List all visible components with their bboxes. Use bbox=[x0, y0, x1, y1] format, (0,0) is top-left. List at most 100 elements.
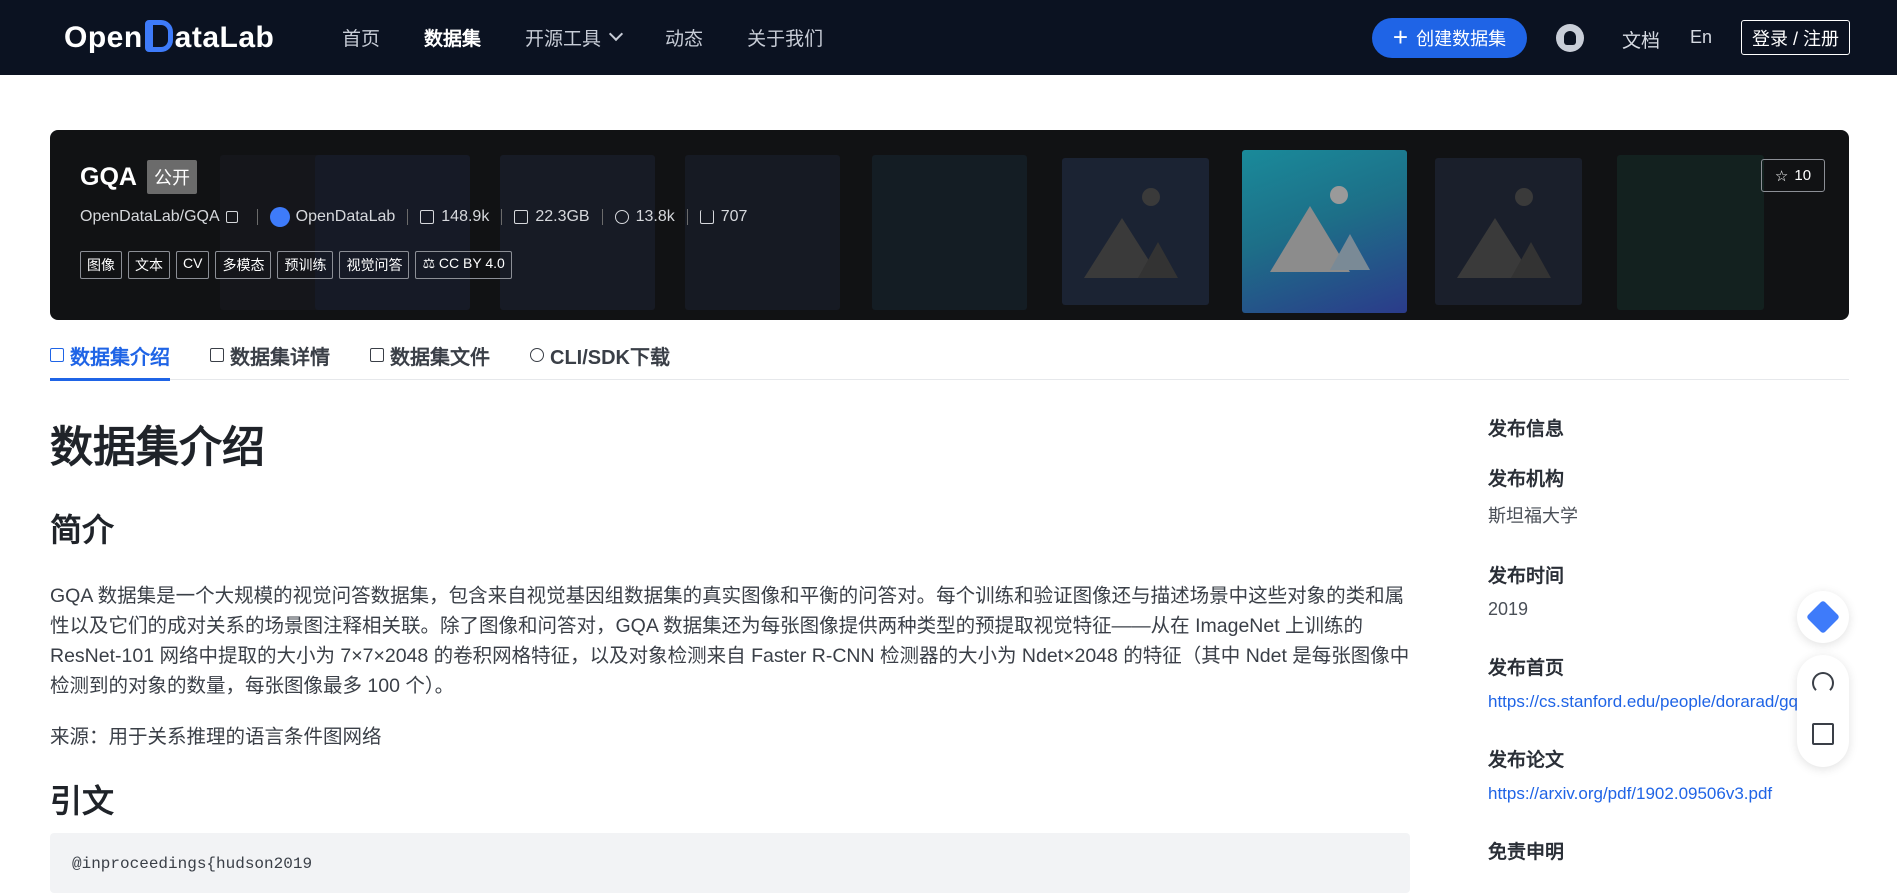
citation-code: @inproceedings{hudson2019 bbox=[72, 855, 313, 873]
tab-files[interactable]: 数据集文件 bbox=[370, 330, 490, 380]
chevron-down-icon bbox=[608, 26, 624, 41]
dataset-meta: OpenDataLab/GQA OpenDataLab 148.9k 22.3G… bbox=[80, 207, 747, 227]
assistant-icon[interactable] bbox=[1797, 591, 1849, 643]
login-register-button[interactable]: 登录 / 注册 bbox=[1741, 20, 1850, 55]
tag-license[interactable]: ⚖ CC BY 4.0 bbox=[415, 251, 512, 279]
scale-icon: ⚖ bbox=[422, 255, 439, 271]
dataset-banner: GQA 公开 OpenDataLab/GQA OpenDataLab 148.9… bbox=[50, 130, 1849, 320]
banner-thumbnail bbox=[872, 155, 1027, 310]
banner-thumbnail bbox=[500, 155, 655, 310]
source-paragraph: 来源：用于关系推理的语言条件图网络 bbox=[50, 726, 382, 748]
publisher-label: 发布机构 bbox=[1488, 469, 1565, 490]
tab-files-label: 数据集文件 bbox=[390, 346, 490, 369]
database-icon bbox=[50, 348, 64, 362]
publisher-value: 斯坦福大学 bbox=[1488, 506, 1578, 526]
tab-intro-label: 数据集介绍 bbox=[70, 346, 170, 369]
paper-label: 发布论文 bbox=[1488, 750, 1565, 771]
org-logo-icon bbox=[269, 207, 290, 227]
divider bbox=[601, 209, 603, 225]
logo-text-open: Open bbox=[64, 21, 143, 54]
homepage-label: 发布首页 bbox=[1488, 658, 1565, 679]
homepage-link-row: https://cs.stanford.edu/people/dorarad/g… bbox=[1488, 691, 1798, 712]
tab-cli-sdk-label: CLI/SDK下载 bbox=[550, 346, 670, 369]
language-switch[interactable]: En bbox=[1690, 27, 1712, 48]
cloud-download-icon bbox=[530, 348, 544, 362]
publish-info-title: 发布信息 bbox=[1488, 419, 1565, 440]
publish-info-panel: 发布信息 发布机构 斯坦福大学 发布时间 2019 发布首页 https://c… bbox=[1488, 400, 1818, 864]
feedback-icon[interactable] bbox=[1812, 723, 1834, 745]
sun-shape bbox=[1515, 188, 1533, 206]
publish-time-label: 发布时间 bbox=[1488, 566, 1565, 587]
sun-shape bbox=[1142, 188, 1160, 206]
create-dataset-button[interactable]: + 创建数据集 bbox=[1372, 18, 1527, 58]
divider bbox=[501, 209, 503, 225]
image-placeholder-icon bbox=[1062, 158, 1209, 305]
nav-item-news[interactable]: 动态 bbox=[665, 24, 703, 51]
tag-pretrain[interactable]: 预训练 bbox=[277, 251, 334, 279]
paper-link-row: https://arxiv.org/pdf/1902.09506v3.pdf bbox=[1488, 783, 1818, 804]
dataset-title: GQA bbox=[80, 162, 137, 191]
divider bbox=[407, 209, 409, 225]
publish-time-value: 2019 bbox=[1488, 599, 1529, 619]
view-count: 13.8k bbox=[635, 208, 675, 225]
tag-image[interactable]: 图像 bbox=[80, 251, 122, 279]
tab-details[interactable]: 数据集详情 bbox=[210, 330, 330, 380]
dataset-title-row: GQA 公开 bbox=[80, 160, 197, 194]
file-count: 148.9k bbox=[441, 208, 490, 225]
star-count: 10 bbox=[1794, 167, 1812, 184]
nav-item-home[interactable]: 首页 bbox=[342, 24, 380, 51]
org-name[interactable]: OpenDataLab bbox=[296, 208, 396, 226]
file-icon bbox=[370, 348, 384, 362]
copy-icon[interactable] bbox=[225, 211, 238, 223]
mountain-shape bbox=[1511, 242, 1551, 278]
file-count-icon bbox=[420, 210, 435, 224]
top-nav: Open ataLab 首页 数据集 开源工具 动态 关于我们 + 创建数据集 文… bbox=[0, 0, 1897, 75]
disk-icon bbox=[514, 210, 529, 224]
nav-item-tools-label: 开源工具 bbox=[525, 29, 602, 50]
tab-intro[interactable]: 数据集介绍 bbox=[50, 330, 170, 381]
dataset-size: 22.3GB bbox=[535, 208, 590, 225]
sun-shape bbox=[1330, 186, 1348, 204]
download-count: 707 bbox=[720, 208, 748, 225]
divider bbox=[686, 209, 688, 225]
public-badge: 公开 bbox=[146, 160, 197, 194]
banner-thumbnail bbox=[315, 155, 470, 310]
nav-item-about[interactable]: 关于我们 bbox=[747, 24, 823, 51]
intro-paragraph: GQA 数据集是一个大规模的视觉问答数据集，包含来自视觉基因组数据集的真实图像和… bbox=[50, 585, 1410, 697]
eye-icon bbox=[614, 210, 629, 224]
github-icon[interactable] bbox=[1556, 24, 1584, 52]
nav-item-tools[interactable]: 开源工具 bbox=[525, 24, 624, 51]
tag-list: 图像 文本 CV 多模态 预训练 视觉问答 ⚖ CC BY 4.0 bbox=[80, 251, 512, 279]
citation-code-block: @inproceedings{hudson2019 bbox=[50, 833, 1410, 893]
headset-icon[interactable] bbox=[1812, 672, 1834, 694]
logo-text-datalab: ataLab bbox=[174, 21, 275, 54]
logo-d-icon bbox=[144, 20, 173, 52]
divider bbox=[256, 209, 258, 225]
opendatalab-logo[interactable]: Open ataLab bbox=[64, 18, 274, 58]
tag-vqa[interactable]: 视觉问答 bbox=[339, 251, 410, 279]
floating-toolbar bbox=[1797, 655, 1849, 767]
create-dataset-label: 创建数据集 bbox=[1416, 29, 1507, 49]
star-button[interactable]: ☆ 10 bbox=[1761, 159, 1825, 192]
disclaimer-label: 免责申明 bbox=[1488, 842, 1565, 863]
dataset-tabs: 数据集介绍 数据集详情 数据集文件 CLI/SDK下载 bbox=[50, 330, 1849, 381]
tab-cli-sdk[interactable]: CLI/SDK下载 bbox=[530, 330, 670, 380]
tag-cv[interactable]: CV bbox=[176, 251, 210, 279]
docs-link[interactable]: 文档 bbox=[1622, 26, 1660, 53]
banner-thumbnail bbox=[1617, 155, 1764, 310]
mountain-shape bbox=[1138, 242, 1178, 278]
license-label: CC BY 4.0 bbox=[438, 255, 505, 271]
image-placeholder-icon bbox=[1435, 158, 1582, 305]
nav-menu: 首页 数据集 开源工具 动态 关于我们 bbox=[342, 0, 867, 75]
citation-heading: 引文 bbox=[50, 783, 115, 819]
tag-text[interactable]: 文本 bbox=[128, 251, 170, 279]
star-icon: ☆ bbox=[1774, 167, 1789, 185]
banner-thumbnail bbox=[685, 155, 840, 310]
nav-item-datasets[interactable]: 数据集 bbox=[424, 24, 481, 51]
list-icon bbox=[210, 348, 224, 362]
paper-link[interactable]: https://arxiv.org/pdf/1902.09506v3.pdf bbox=[1488, 784, 1772, 803]
tag-multimodal[interactable]: 多模态 bbox=[215, 251, 272, 279]
download-icon bbox=[699, 210, 714, 224]
page-title: 数据集介绍 bbox=[50, 424, 265, 472]
homepage-link[interactable]: https://cs.stanford.edu/people/dorarad/g… bbox=[1488, 692, 1798, 711]
